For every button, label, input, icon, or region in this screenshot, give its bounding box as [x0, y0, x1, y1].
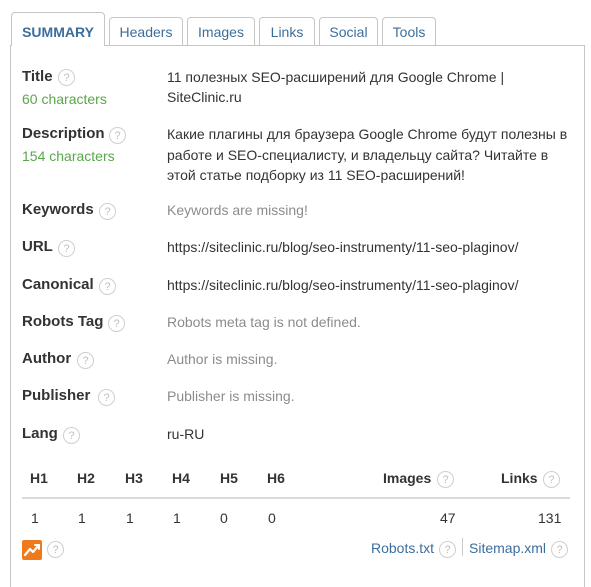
- keywords-label: Keywords: [22, 201, 94, 218]
- publisher-help-icon[interactable]: ?: [98, 389, 115, 406]
- robots-txt-link[interactable]: Robots.txt: [371, 540, 434, 556]
- canonical-help-icon[interactable]: ?: [99, 278, 116, 295]
- images-help-icon[interactable]: ?: [437, 471, 454, 488]
- url-help-icon[interactable]: ?: [58, 240, 75, 257]
- lang-help-icon[interactable]: ?: [63, 427, 80, 444]
- publisher-value: Publisher is missing.: [167, 388, 295, 404]
- tab-tools[interactable]: Tools: [382, 17, 436, 45]
- title-help-icon[interactable]: ?: [58, 69, 75, 86]
- canonical-label: Canonical: [22, 276, 94, 293]
- chart-help-icon[interactable]: ?: [47, 541, 64, 558]
- url-label: URL: [22, 238, 53, 255]
- h6-header: H6: [267, 470, 285, 486]
- description-value-line-3: этой статье подборку из 11 SEO-расширени…: [167, 167, 465, 183]
- description-value-line-2: работе и SEO-специалисту, и владельцу са…: [167, 147, 549, 163]
- stats-divider: [22, 497, 570, 499]
- tab-social[interactable]: Social: [319, 17, 378, 45]
- images-header: Images: [383, 470, 432, 486]
- author-help-icon[interactable]: ?: [77, 352, 94, 369]
- author-label: Author: [22, 350, 72, 367]
- lang-value: ru-RU: [167, 426, 205, 442]
- tab-headers[interactable]: Headers: [109, 17, 183, 45]
- title-label: Title: [22, 68, 53, 85]
- keywords-value: Keywords are missing!: [167, 202, 308, 218]
- canonical-value: https://siteclinic.ru/blog/seo-instrumen…: [167, 277, 519, 293]
- description-help-icon[interactable]: ?: [109, 127, 126, 144]
- sitemap-xml-link[interactable]: Sitemap.xml: [469, 540, 546, 556]
- links-count: 131: [538, 510, 562, 526]
- h4-count: 1: [173, 510, 181, 526]
- sitemap-xml-help-icon[interactable]: ?: [551, 541, 568, 558]
- tab-summary[interactable]: SUMMARY: [11, 12, 105, 46]
- tab-links[interactable]: Links: [259, 17, 315, 45]
- chart-icon[interactable]: [22, 540, 42, 560]
- robots-tag-value: Robots meta tag is not defined.: [167, 314, 361, 330]
- h2-header: H2: [77, 470, 95, 486]
- description-label: Description: [22, 125, 105, 142]
- author-value: Author is missing.: [167, 351, 278, 367]
- h5-header: H5: [220, 470, 238, 486]
- tab-bar: SUMMARY Headers Images Links Social Tool…: [0, 0, 591, 46]
- links-help-icon[interactable]: ?: [543, 471, 560, 488]
- images-count: 47: [440, 510, 456, 526]
- robots-tag-label: Robots Tag: [22, 313, 104, 330]
- title-char-count: 60 characters: [22, 91, 107, 107]
- robots-txt-help-icon[interactable]: ?: [439, 541, 456, 558]
- links-header: Links: [501, 470, 538, 486]
- h1-header: H1: [30, 470, 48, 486]
- description-char-count: 154 characters: [22, 148, 115, 164]
- tab-images[interactable]: Images: [187, 17, 255, 45]
- h5-count: 0: [220, 510, 228, 526]
- url-value: https://siteclinic.ru/blog/seo-instrumen…: [167, 239, 519, 255]
- keywords-help-icon[interactable]: ?: [99, 203, 116, 220]
- title-value-line-2: SiteClinic.ru: [167, 89, 242, 105]
- title-value-line-1: 11 полезных SEO-расширений для Google Ch…: [167, 69, 505, 85]
- h1-count: 1: [31, 510, 39, 526]
- robots-tag-help-icon[interactable]: ?: [108, 315, 125, 332]
- h3-count: 1: [126, 510, 134, 526]
- h4-header: H4: [172, 470, 190, 486]
- description-value-line-1: Какие плагины для браузера Google Chrome…: [167, 126, 568, 142]
- link-separator: [462, 538, 463, 556]
- lang-label: Lang: [22, 425, 58, 442]
- publisher-label: Publisher: [22, 387, 91, 404]
- h6-count: 0: [268, 510, 276, 526]
- h2-count: 1: [78, 510, 86, 526]
- h3-header: H3: [125, 470, 143, 486]
